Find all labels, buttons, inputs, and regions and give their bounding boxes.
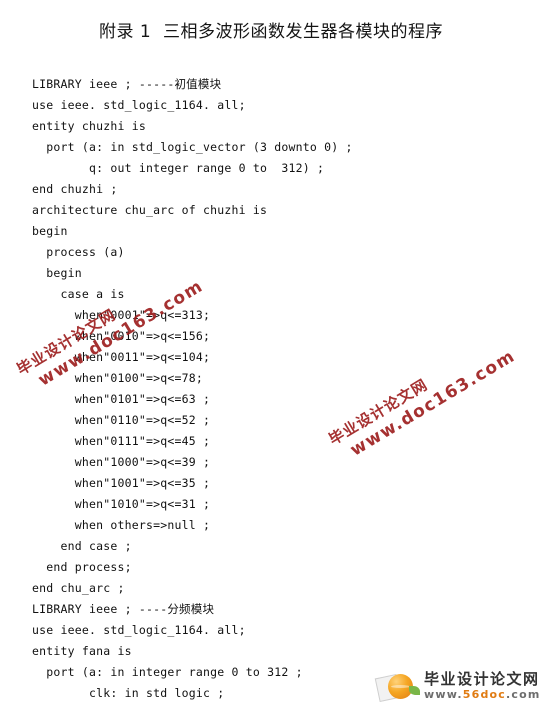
- code-line: when others=>null ;: [32, 518, 211, 532]
- code-line: LIBRARY ieee ; -----初值模块: [32, 77, 222, 91]
- leaf-icon: [409, 686, 420, 695]
- code-line: use ieee. std_logic_1164. all;: [32, 98, 246, 112]
- logo-url: www.56doc.com: [424, 688, 541, 701]
- vhdl-code-block: LIBRARY ieee ; -----初值模块 use ieee. std_lo…: [32, 74, 452, 704]
- logo-url-suffix: .com: [506, 688, 541, 701]
- code-line: begin: [32, 224, 68, 238]
- code-line: end chuzhi ;: [32, 182, 118, 196]
- code-line: begin: [32, 266, 82, 280]
- globe-document-icon: [374, 669, 422, 703]
- code-line: end chu_arc ;: [32, 581, 125, 595]
- code-line: entity chuzhi is: [32, 119, 146, 133]
- page-title: 附录 1 三相多波形函数发生器各模块的程序: [98, 22, 444, 42]
- code-line: end case ;: [32, 539, 132, 553]
- code-line: port (a: in std_logic_vector (3 downto 0…: [32, 140, 353, 154]
- logo-url-prefix: www.: [424, 688, 463, 701]
- logo-site-name: 毕业设计论文网: [424, 670, 540, 688]
- code-line: when"1001"=>q<=35 ;: [32, 476, 211, 490]
- code-line: case a is: [32, 287, 125, 301]
- code-line: architecture chu_arc of chuzhi is: [32, 203, 268, 217]
- code-line: q: out integer range 0 to 312) ;: [32, 161, 325, 175]
- code-line: when"0111"=>q<=45 ;: [32, 434, 211, 448]
- code-line: when"0110"=>q<=52 ;: [32, 413, 211, 427]
- code-line: process (a): [32, 245, 125, 259]
- code-line: when"0100"=>q<=78;: [32, 371, 203, 385]
- code-line: when"0010"=>q<=156;: [32, 329, 211, 343]
- code-line: LIBRARY ieee ; ----分频模块: [32, 602, 215, 616]
- code-line: when"1010"=>q<=31 ;: [32, 497, 211, 511]
- code-line: when"0001"=>q<=313;: [32, 308, 211, 322]
- code-line: entity fana is: [32, 644, 132, 658]
- site-logo: 毕业设计论文网 www.56doc.com: [374, 666, 541, 706]
- code-line: when"1000"=>q<=39 ;: [32, 455, 211, 469]
- code-line: when"0011"=>q<=104;: [32, 350, 211, 364]
- code-line: use ieee. std_logic_1164. all;: [32, 623, 246, 637]
- code-line: when"0101"=>q<=63 ;: [32, 392, 211, 406]
- logo-url-brand: 56doc: [462, 688, 507, 701]
- code-line: end process;: [32, 560, 132, 574]
- logo-text-group: 毕业设计论文网 www.56doc.com: [424, 670, 541, 702]
- document-page: 附录 1 三相多波形函数发生器各模块的程序 LIBRARY ieee ; ---…: [0, 0, 542, 709]
